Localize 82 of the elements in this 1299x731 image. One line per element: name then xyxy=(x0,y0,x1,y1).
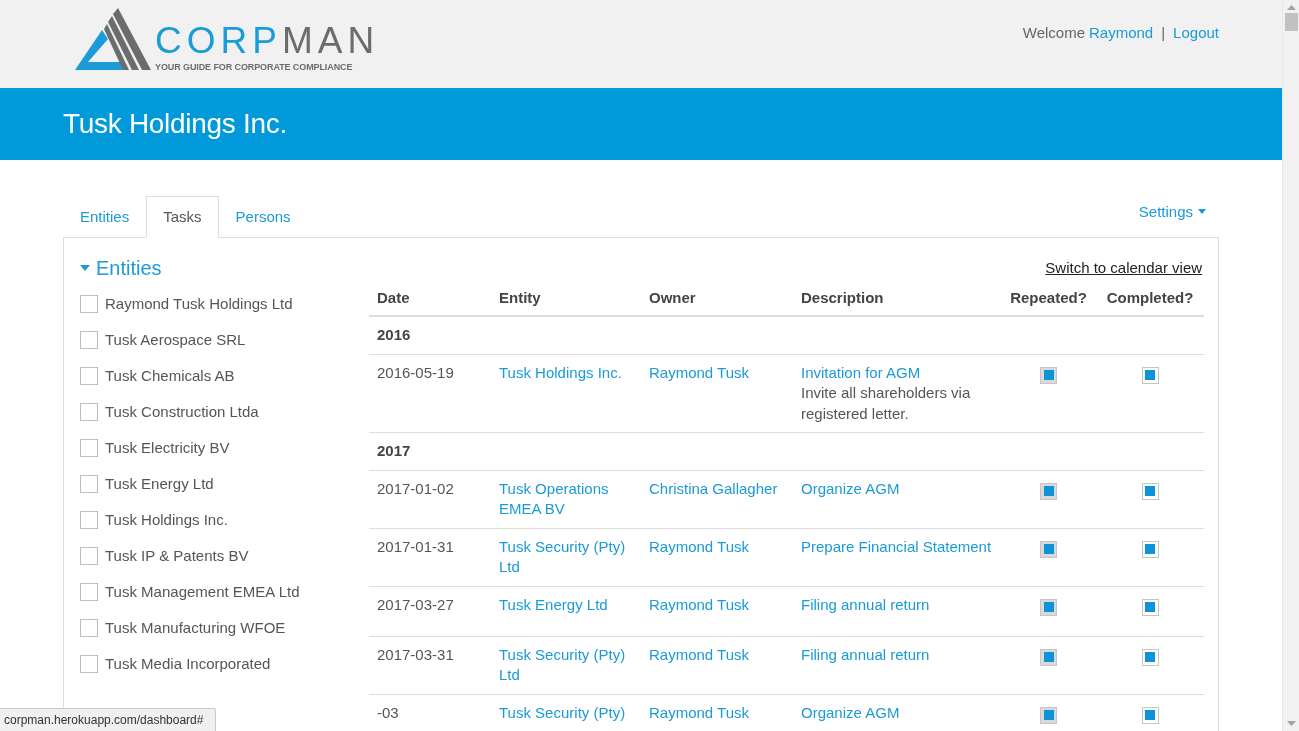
column-header: Date xyxy=(369,281,491,316)
settings-dropdown[interactable]: Settings xyxy=(1138,200,1206,223)
entity-link[interactable]: Tusk Operations EMEA BV xyxy=(499,478,633,520)
checkbox-label: Tusk Electricity BV xyxy=(105,437,230,458)
status-bar: corpman.herokuapp.com/dashboard# xyxy=(0,708,217,731)
checkbox-label: Tusk Holdings Inc. xyxy=(105,509,228,530)
logo-tagline: YOUR GUIDE FOR CORPORATE COMPLIANCE xyxy=(155,61,354,74)
checkbox-label: Tusk Energy Ltd xyxy=(105,473,214,494)
logout-link[interactable]: Logout xyxy=(1173,22,1219,45)
checkbox[interactable] xyxy=(1141,540,1159,558)
entity-link[interactable]: Tusk Security (Pty) Ltd xyxy=(499,536,633,578)
checkbox[interactable] xyxy=(80,655,98,673)
entity-link[interactable]: Tusk Energy Ltd xyxy=(499,594,608,615)
task-link[interactable]: Organize AGM xyxy=(801,702,900,723)
date-text: 2017-03-31 xyxy=(377,645,454,663)
owner-link[interactable]: Raymond Tusk xyxy=(649,362,750,383)
date-text: -03 xyxy=(377,703,399,721)
checkbox-label: Tusk IP & Patents BV xyxy=(105,545,249,566)
column-header: Description xyxy=(793,281,1001,316)
checkbox-label: Raymond Tusk Holdings Ltd xyxy=(105,293,293,314)
task-link[interactable]: Prepare Financial Statement xyxy=(801,536,992,557)
checkbox[interactable] xyxy=(80,439,98,457)
date-text: 2017-01-31 xyxy=(377,537,454,555)
entity-link[interactable]: Tusk Holdings Inc. xyxy=(499,362,622,383)
entity-link[interactable]: Tusk Security (Pty) xyxy=(499,702,626,723)
scrollbar-track[interactable] xyxy=(1282,0,1299,731)
checkbox-label: Tusk Aerospace SRL xyxy=(105,329,246,350)
owner-link[interactable]: Raymond Tusk xyxy=(649,702,750,723)
checkbox-label: Tusk Media Incorporated xyxy=(105,653,271,674)
year-heading: 2016 xyxy=(377,326,411,343)
checkbox[interactable] xyxy=(80,511,98,529)
date-text: 2016-05-19 xyxy=(377,363,454,381)
separator: | xyxy=(1161,23,1166,43)
owner-link[interactable]: Raymond Tusk xyxy=(649,536,750,557)
column-header: Completed? xyxy=(1096,281,1204,316)
owner-link[interactable]: Raymond Tusk xyxy=(649,594,750,615)
checkbox-label: Tusk Management EMEA Ltd xyxy=(105,581,300,602)
checkbox[interactable] xyxy=(80,547,98,565)
scroll-down-arrow-icon[interactable] xyxy=(1286,721,1296,726)
checkbox[interactable] xyxy=(1141,598,1159,616)
tab[interactable]: Persons xyxy=(218,196,308,238)
checkbox[interactable] xyxy=(80,619,98,637)
column-header: Repeated? xyxy=(1001,281,1096,316)
date-text: 2017-01-02 xyxy=(377,479,454,497)
checkbox[interactable] xyxy=(1141,366,1159,384)
task-link[interactable]: Filing annual return xyxy=(801,644,930,665)
entities-toggle[interactable]: Entities xyxy=(80,254,162,282)
entity-link[interactable]: Tusk Security (Pty) Ltd xyxy=(499,644,633,686)
tab[interactable]: Tasks xyxy=(146,196,219,238)
checkbox[interactable] xyxy=(80,295,98,313)
user-link[interactable]: Raymond xyxy=(1089,22,1154,45)
checkbox[interactable] xyxy=(1141,482,1159,500)
checkbox[interactable] xyxy=(80,331,98,349)
company-title: Tusk Holdings Inc. xyxy=(63,107,288,141)
triangle-logo-icon xyxy=(75,8,151,70)
scroll-thumb[interactable] xyxy=(1284,13,1298,31)
checkbox[interactable] xyxy=(80,403,98,421)
checkbox-label: Tusk Construction Ltda xyxy=(105,401,259,422)
welcome-text: Welcome xyxy=(1022,23,1085,43)
task-link[interactable]: Filing annual return xyxy=(801,594,930,615)
caret-icon xyxy=(80,263,90,273)
date-text: 2017-03-27 xyxy=(377,595,454,613)
year-heading: 2017 xyxy=(377,442,411,459)
checkbox-label: Tusk Chemicals AB xyxy=(105,365,235,386)
column-header: Owner xyxy=(641,281,793,316)
tab[interactable]: Entities xyxy=(63,196,147,238)
checkbox-label: Tusk Manufacturing WFOE xyxy=(105,617,286,638)
task-link[interactable]: Organize AGM xyxy=(801,478,900,499)
checkbox[interactable] xyxy=(1141,706,1159,724)
column-header: Entity xyxy=(491,281,641,316)
task-link[interactable]: Invitation for AGM xyxy=(801,362,921,383)
checkbox[interactable] xyxy=(1141,648,1159,666)
checkbox[interactable] xyxy=(80,583,98,601)
checkbox[interactable] xyxy=(80,367,98,385)
task-note: Invite all shareholders via registered letter. xyxy=(801,383,972,424)
checkbox[interactable] xyxy=(80,475,98,493)
scroll-up-arrow-icon[interactable] xyxy=(1286,5,1296,10)
caret-icon xyxy=(1198,209,1206,215)
owner-link[interactable]: Raymond Tusk xyxy=(649,644,750,665)
owner-link[interactable]: Christina Gallagher xyxy=(649,478,778,499)
calendar-view-link[interactable]: Switch to calendar view xyxy=(1045,259,1203,276)
logo-wordmark: CORP MAN xyxy=(155,22,380,60)
